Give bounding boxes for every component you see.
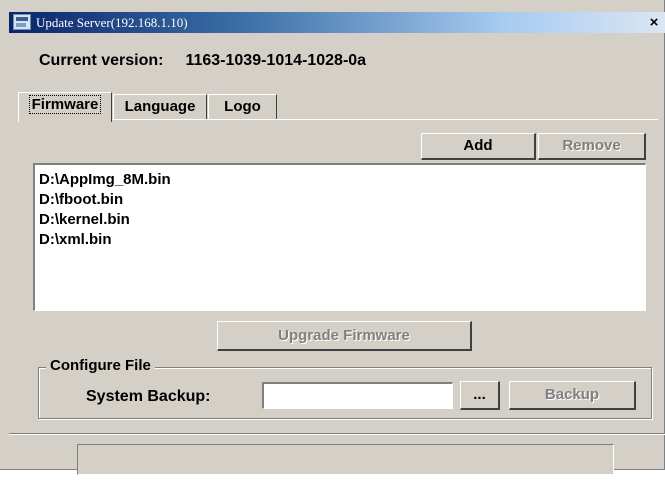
firmware-file-list[interactable]: D:\AppImg_8M.bin D:\fboot.bin D:\kernel.… [33, 163, 646, 311]
add-button[interactable]: Add [421, 133, 536, 160]
separator [9, 433, 665, 435]
configure-file-label: Configure File [46, 357, 155, 374]
list-item[interactable]: D:\xml.bin [39, 230, 645, 250]
tab-language-label: Language [124, 98, 196, 115]
window-title: Update Server(192.168.1.10) [36, 15, 188, 30]
remove-button[interactable]: Remove [538, 133, 646, 160]
status-bar [77, 444, 614, 475]
list-item[interactable]: D:\fboot.bin [39, 190, 645, 210]
browse-button[interactable]: ... [460, 381, 500, 410]
tab-logo-label: Logo [224, 98, 261, 115]
system-backup-label: System Backup: [86, 388, 211, 405]
tab-logo[interactable]: Logo [208, 94, 277, 120]
list-item[interactable]: D:\AppImg_8M.bin [39, 170, 645, 190]
backup-button[interactable]: Backup [509, 381, 636, 410]
list-item[interactable]: D:\kernel.bin [39, 210, 645, 230]
tab-firmware[interactable]: Firmware [18, 92, 112, 122]
app-icon [13, 14, 31, 30]
upgrade-firmware-button[interactable]: Upgrade Firmware [217, 321, 472, 351]
tab-firmware-label: Firmware [28, 95, 102, 114]
current-version-label: Current version: [39, 52, 164, 69]
close-icon[interactable]: × [646, 15, 662, 31]
title-bar[interactable]: Update Server(192.168.1.10) [9, 12, 665, 33]
current-version: Current version: 1163-1039-1014-1028-0a [39, 52, 366, 70]
tab-language[interactable]: Language [113, 94, 207, 120]
update-server-window: Update Server(192.168.1.10) × Current ve… [0, 0, 665, 475]
tab-panel-border [18, 119, 658, 120]
system-backup-path-input[interactable] [262, 382, 453, 409]
current-version-value: 1163-1039-1014-1028-0a [185, 52, 367, 69]
